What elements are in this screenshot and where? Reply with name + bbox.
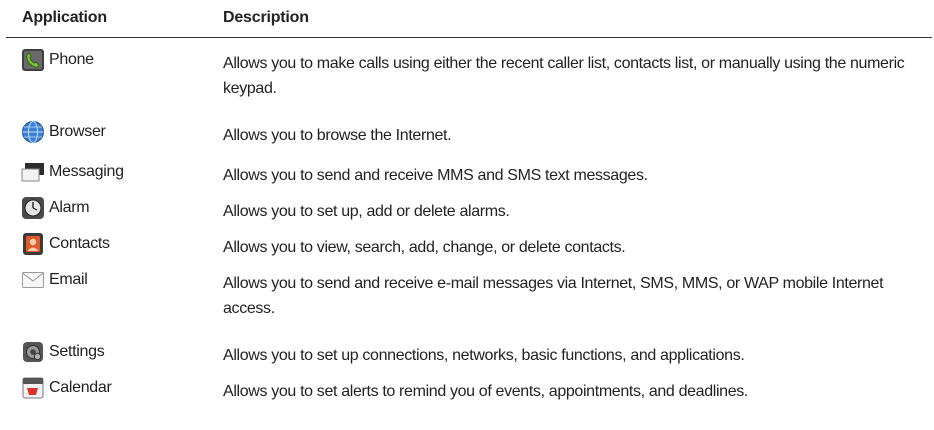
contacts-app-icon [23, 233, 43, 255]
app-cell: Messaging [21, 158, 124, 186]
app-description: Allows you to set alerts to remind you o… [223, 383, 749, 400]
calendar-app-icon [22, 377, 44, 399]
messaging-app-icon [21, 163, 44, 182]
phone-app-icon [22, 49, 44, 71]
table-header: Application Description [6, 0, 932, 38]
app-description: Allows you to send and receive MMS and S… [223, 167, 648, 184]
email-envelope-icon [22, 272, 44, 288]
app-description: Allows you to make calls using either th… [223, 55, 905, 97]
app-cell: Settings [21, 338, 105, 366]
settings-gear-icon [23, 342, 43, 362]
app-name: Alarm [49, 199, 90, 216]
alarm-clock-icon [22, 197, 44, 219]
app-description: Allows you to send and receive e-mail me… [223, 275, 884, 317]
app-description: Allows you to view, search, add, change,… [223, 239, 626, 256]
header-application: Application [22, 9, 107, 26]
app-cell: Browser [21, 118, 106, 146]
app-name: Calendar [49, 379, 112, 396]
app-cell: Phone [21, 46, 94, 74]
app-cell: Alarm [21, 194, 90, 222]
app-name: Phone [49, 51, 94, 68]
applications-table: Application Description Phone Allows you… [6, 0, 932, 400]
app-name: Browser [49, 123, 106, 140]
header-description: Description [223, 9, 309, 26]
app-name: Email [49, 271, 88, 288]
app-name: Settings [49, 343, 105, 360]
app-cell: Email [21, 266, 88, 294]
app-cell: Contacts [21, 230, 110, 258]
app-name: Messaging [49, 163, 124, 180]
app-description: Allows you to set up, add or delete alar… [223, 203, 510, 220]
app-name: Contacts [49, 235, 110, 252]
app-cell: Calendar [21, 374, 112, 402]
app-description: Allows you to set up connections, networ… [223, 347, 745, 364]
browser-globe-icon [22, 121, 44, 143]
app-description: Allows you to browse the Internet. [223, 127, 452, 144]
